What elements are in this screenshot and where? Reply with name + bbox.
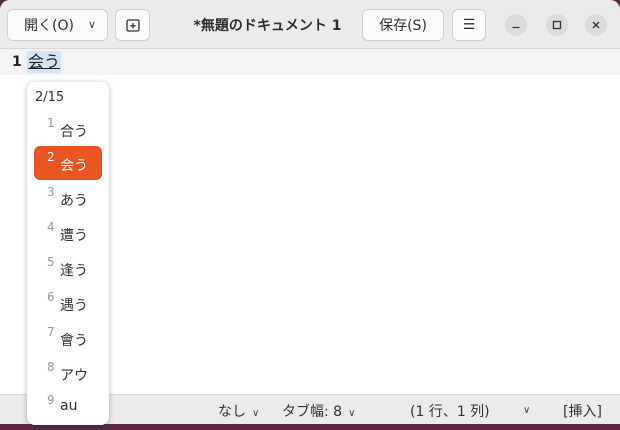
hamburger-menu-icon: ☰ <box>462 17 476 33</box>
candidate-number: 4 <box>47 220 55 234</box>
candidate-text: 遭う <box>60 228 88 244</box>
tab-width-selector[interactable]: タブ幅: 8 ∨ <box>282 401 355 421</box>
candidate-number: 2 <box>47 150 55 164</box>
minimize-icon <box>512 26 520 29</box>
candidate-number: 3 <box>47 185 55 199</box>
line-number: 1 <box>12 54 22 70</box>
candidate-number: 1 <box>47 116 55 130</box>
candidate-item[interactable]: 7 會う <box>34 321 102 355</box>
tab-width-label: タブ幅: 8 <box>282 404 343 420</box>
candidate-item[interactable]: 5 逢う <box>34 251 102 285</box>
chevron-down-icon: ∨ <box>523 405 531 416</box>
candidate-item[interactable]: 4 遭う <box>34 216 102 250</box>
maximize-icon <box>552 20 562 30</box>
header-bar: 開く(O) ∨ *無題のドキュメント 1 保存(S) ☰ <box>0 0 620 49</box>
candidate-item[interactable]: 3 あう <box>34 181 102 215</box>
candidate-text: アウ <box>60 368 88 384</box>
close-icon <box>592 21 600 29</box>
candidate-text: 會う <box>60 333 88 349</box>
preedit-text: 会う <box>27 51 62 73</box>
candidate-page-indicator: 2/15 <box>35 90 65 105</box>
language-selector[interactable]: なし ∨ <box>218 401 259 421</box>
candidate-item[interactable]: 9 au <box>34 389 102 423</box>
candidate-item[interactable]: 1 合う <box>34 112 102 146</box>
candidate-text: 合う <box>60 124 88 140</box>
save-button[interactable]: 保存(S) <box>362 9 444 41</box>
open-button-label: 開く(O) <box>24 18 74 34</box>
candidate-number: 6 <box>47 290 55 304</box>
candidate-item[interactable]: 6 遇う <box>34 286 102 320</box>
cursor-position: (1 行、1 列) <box>410 404 490 420</box>
open-button[interactable]: 開く(O) ∨ <box>7 9 108 41</box>
candidate-text: 会う <box>60 158 88 174</box>
new-tab-icon <box>125 19 140 32</box>
current-line-highlight <box>0 49 620 75</box>
candidate-text: au <box>60 398 78 414</box>
candidate-text: あう <box>60 193 88 209</box>
candidate-text: 遇う <box>60 298 88 314</box>
chevron-down-icon: ∨ <box>348 408 356 419</box>
chevron-down-icon: ∨ <box>87 18 96 31</box>
main-menu-button[interactable]: ☰ <box>452 9 486 41</box>
insert-mode-indicator[interactable]: [挿入] <box>563 401 602 421</box>
candidate-number: 5 <box>47 255 55 269</box>
language-label: なし <box>218 404 246 420</box>
candidate-number: 8 <box>47 360 55 374</box>
candidate-number: 9 <box>47 393 55 407</box>
document-title: *無題のドキュメント 1 <box>193 18 342 34</box>
candidate-item[interactable]: 8 アウ <box>34 356 102 390</box>
chevron-down-icon: ∨ <box>252 408 260 419</box>
new-tab-button[interactable] <box>115 9 150 41</box>
candidate-number: 7 <box>47 325 55 339</box>
maximize-button[interactable] <box>546 14 568 36</box>
minimize-button[interactable] <box>505 14 527 36</box>
ime-candidate-popup: 2/15 1 合う 2 会う 3 あう 4 遭う 5 逢う 6 遇う 7 會う … <box>27 82 109 425</box>
close-button[interactable] <box>585 14 607 36</box>
candidate-text: 逢う <box>60 263 88 279</box>
position-dropdown[interactable]: ∨ <box>523 401 530 417</box>
candidate-item-selected[interactable]: 2 会う <box>34 146 102 180</box>
